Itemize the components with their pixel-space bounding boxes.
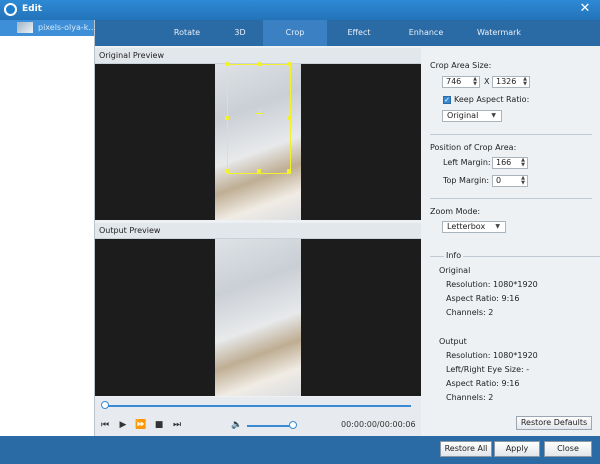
top-margin-value: 0 [496, 176, 502, 185]
size-separator: X [484, 77, 490, 86]
original-resolution: Resolution: 1080*1920 [446, 280, 538, 289]
crop-handle-top[interactable] [257, 62, 261, 66]
top-margin-label: Top Margin: [443, 176, 490, 185]
output-eye-size: Left/Right Eye Size: - [446, 365, 530, 374]
title-bar: Edit ✕ [0, 0, 600, 20]
output-channels: Channels: 2 [446, 393, 494, 402]
zoom-mode-value: Letterbox [447, 222, 486, 231]
crop-settings-panel: Crop Area Size: 746 ▲ ▼ X 1326 ▲ ▼ ✓ Keep … [422, 46, 600, 436]
position-label: Position of Crop Area: [430, 143, 517, 152]
volume-icon[interactable]: 🔈 [231, 419, 243, 431]
aspect-ratio-value: Original [447, 111, 479, 120]
original-preview-area [95, 62, 421, 220]
info-title: Info [444, 251, 464, 260]
output-preview-label: Output Preview [99, 226, 161, 235]
time-display: 00:00:00/00:00:06 [341, 420, 416, 429]
file-list: pixels-olya-k... [0, 20, 97, 436]
tab-bar: Rotate 3D Crop Effect Enhance Watermark [95, 20, 600, 46]
original-preview-label: Original Preview [99, 51, 164, 60]
crop-center-v [259, 110, 260, 117]
tab-watermark[interactable]: Watermark [461, 20, 537, 46]
tab-crop[interactable]: Crop [263, 20, 327, 46]
seek-thumb[interactable] [101, 401, 109, 409]
divider [430, 134, 592, 135]
left-margin-value: 166 [496, 158, 512, 167]
original-aspect-ratio: Aspect Ratio: 9:16 [446, 294, 520, 303]
output-video-frame [215, 239, 301, 396]
original-info-label: Original [439, 266, 471, 275]
keep-aspect-checkbox[interactable]: ✓ [443, 96, 451, 104]
app-logo-icon [4, 3, 17, 16]
fast-forward-icon[interactable]: ⏩ [135, 419, 147, 431]
bottom-bar: Restore All Apply Close [0, 436, 600, 464]
seek-bar-area [95, 397, 421, 415]
crop-handle-bottom-left[interactable] [225, 169, 229, 173]
stepper-arrows-icon[interactable]: ▲ ▼ [473, 77, 477, 87]
left-margin-stepper[interactable]: 166 ▲ ▼ [492, 157, 528, 169]
skip-forward-icon[interactable]: ⏭ [171, 419, 183, 431]
crop-handle-bottom-right[interactable] [287, 169, 291, 173]
window-title: Edit [22, 4, 42, 14]
aspect-ratio-select[interactable]: Original ▼ [442, 110, 502, 122]
crop-handle-right[interactable] [287, 116, 291, 120]
apply-button[interactable]: Apply [494, 441, 540, 457]
tab-rotate[interactable]: Rotate [157, 20, 217, 46]
crop-width-stepper[interactable]: 746 ▲ ▼ [442, 76, 480, 88]
play-icon[interactable]: ▶ [117, 419, 129, 431]
crop-handle-left[interactable] [225, 116, 229, 120]
file-name: pixels-olya-k... [38, 23, 97, 32]
divider [430, 198, 592, 199]
output-resolution: Resolution: 1080*1920 [446, 351, 538, 360]
stepper-arrows-icon[interactable]: ▲ ▼ [523, 77, 527, 87]
restore-all-button[interactable]: Restore All [440, 441, 492, 457]
zoom-mode-label: Zoom Mode: [430, 207, 481, 216]
volume-slider[interactable] [247, 425, 293, 427]
crop-handle-top-right[interactable] [287, 62, 291, 66]
crop-handle-bottom[interactable] [257, 169, 261, 173]
crop-rectangle[interactable] [225, 62, 291, 174]
stepper-arrows-icon[interactable]: ▲ ▼ [521, 158, 525, 168]
crop-height-stepper[interactable]: 1326 ▲ ▼ [492, 76, 530, 88]
crop-handle-top-left[interactable] [225, 62, 229, 66]
crop-height-value: 1326 [496, 77, 517, 86]
output-info-label: Output [439, 337, 467, 346]
edit-window: Edit ✕ pixels-olya-k... Rotate 3D Crop E… [0, 0, 600, 464]
tab-enhance[interactable]: Enhance [391, 20, 461, 46]
chevron-down-icon: ▼ [491, 112, 496, 119]
stop-icon[interactable]: ■ [153, 419, 165, 431]
chevron-down-icon: ▼ [495, 223, 500, 230]
tab-3d[interactable]: 3D [217, 20, 263, 46]
tab-effect[interactable]: Effect [327, 20, 391, 46]
output-preview-area [95, 239, 421, 396]
output-preview-header: Output Preview [95, 223, 421, 239]
skip-back-icon[interactable]: ⏮ [99, 419, 111, 431]
keep-aspect-label: Keep Aspect Ratio: [454, 95, 530, 104]
original-channels: Channels: 2 [446, 308, 494, 317]
seek-bar[interactable] [105, 405, 411, 407]
close-window-icon[interactable]: ✕ [578, 2, 592, 16]
output-aspect-ratio: Aspect Ratio: 9:16 [446, 379, 520, 388]
close-button[interactable]: Close [544, 441, 592, 457]
video-thumbnail [17, 22, 33, 33]
volume-thumb[interactable] [289, 421, 297, 429]
restore-defaults-button[interactable]: Restore Defaults [516, 416, 592, 430]
crop-area-size-label: Crop Area Size: [430, 61, 492, 70]
list-item[interactable]: pixels-olya-k... [0, 20, 97, 36]
top-margin-stepper[interactable]: 0 ▲ ▼ [492, 175, 528, 187]
crop-width-value: 746 [446, 77, 462, 86]
left-margin-label: Left Margin: [443, 158, 491, 167]
stepper-arrows-icon[interactable]: ▲ ▼ [521, 176, 525, 186]
zoom-mode-select[interactable]: Letterbox ▼ [442, 221, 506, 233]
player-controls: ⏮ ▶ ⏩ ■ ⏭ 🔈 00:00:00/00:00:06 [95, 415, 421, 436]
